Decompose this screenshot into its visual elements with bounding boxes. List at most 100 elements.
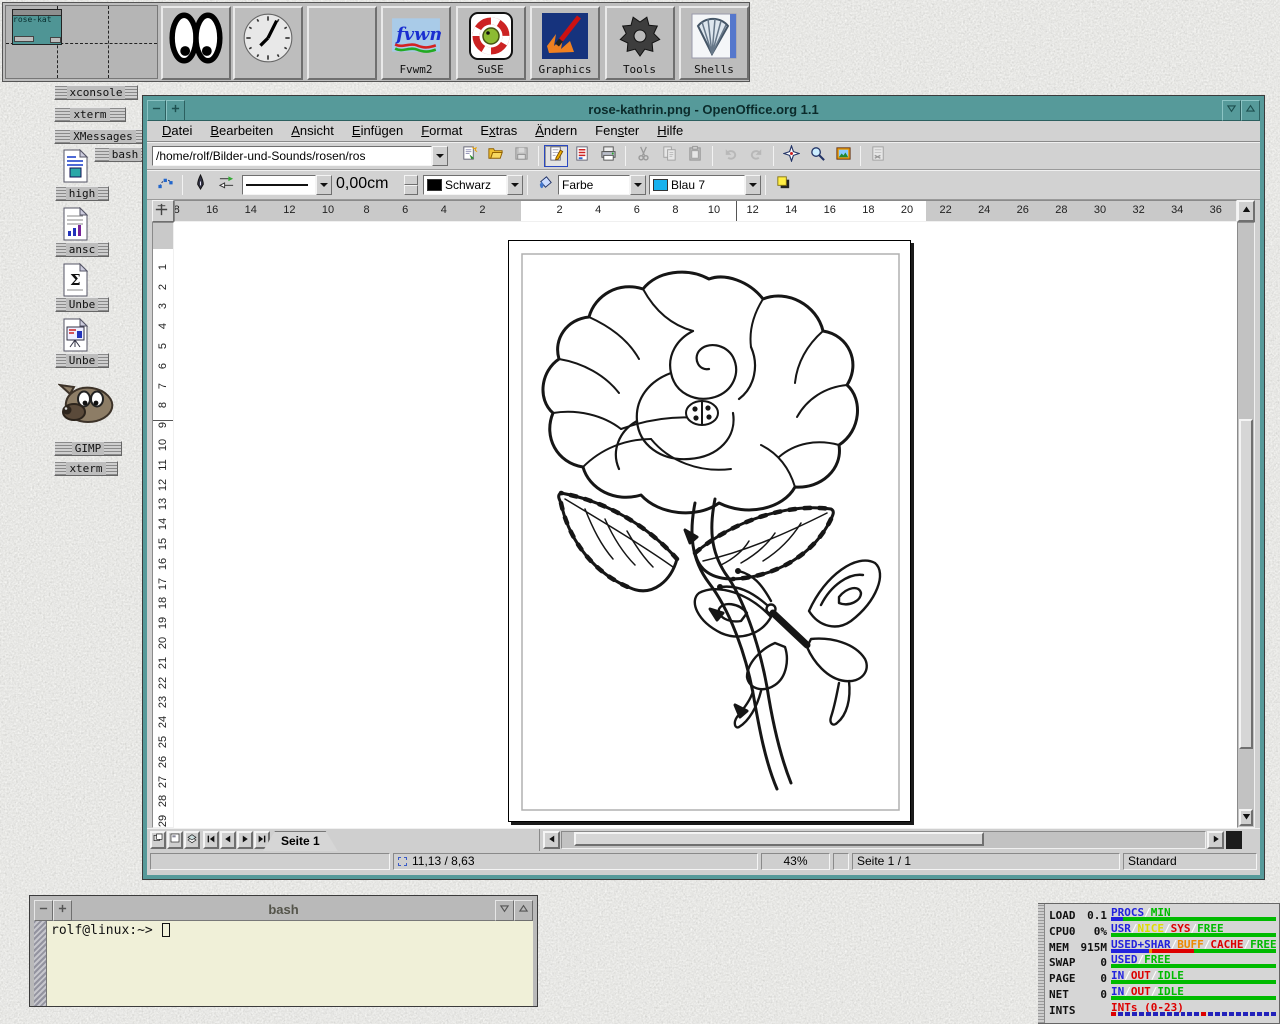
toolbar-edit-points[interactable] bbox=[153, 174, 177, 196]
horizontal-scrollbar[interactable] bbox=[561, 831, 1206, 849]
toolbar-open-button[interactable] bbox=[483, 145, 507, 167]
menu-hilfe[interactable]: Hilfe bbox=[648, 121, 692, 141]
line-width-value[interactable]: 0,00cm bbox=[336, 175, 404, 195]
toolbar-copy-button[interactable] bbox=[657, 145, 681, 167]
fill-color-dropdown-button[interactable] bbox=[745, 175, 761, 195]
horizontal-ruler[interactable]: 1816141210864224681012141618202224262830… bbox=[174, 200, 1237, 222]
drawing-canvas[interactable] bbox=[174, 222, 1237, 828]
toolbar-redo-button[interactable] bbox=[744, 145, 768, 167]
toolbar-print-button[interactable] bbox=[596, 145, 620, 167]
menu-bearbeiten[interactable]: Bearbeiten bbox=[201, 121, 282, 141]
toolbar-document-as-email-button[interactable] bbox=[570, 145, 594, 167]
url-combobox[interactable]: /home/rolf/Bilder-und-Sounds/rosen/ros bbox=[152, 146, 448, 166]
line-style-combobox[interactable] bbox=[242, 175, 332, 195]
xeyes-applet[interactable] bbox=[161, 6, 231, 80]
impress-document-icon[interactable] bbox=[62, 318, 89, 357]
desktop-icon-label-xterm[interactable]: xterm bbox=[54, 107, 126, 122]
launcher-fvwm2[interactable]: fvwmFvwm2 bbox=[381, 6, 451, 80]
master-mode-button[interactable] bbox=[167, 831, 183, 849]
first-page-button[interactable] bbox=[203, 831, 219, 849]
fill-color-combobox[interactable]: Blau 7 bbox=[649, 175, 761, 195]
menu-einfgen[interactable]: Einfügen bbox=[343, 121, 412, 141]
vertical-ruler[interactable]: 1234567891011121314151617181920212223242… bbox=[152, 222, 174, 828]
openoffice-window[interactable]: rose-kathrin.png - OpenOffice.org 1.1 Da… bbox=[143, 96, 1264, 879]
launcher-suse[interactable]: SuSE bbox=[456, 6, 526, 80]
launcher-graphics[interactable]: Graphics bbox=[530, 6, 600, 80]
window-iconify-button[interactable] bbox=[495, 900, 514, 921]
desktop-icon-label-xterm[interactable]: xterm bbox=[54, 461, 118, 476]
fvwm-pager[interactable]: rose-kat bbox=[5, 5, 158, 79]
window-stick-button[interactable] bbox=[166, 100, 185, 121]
calc-document-icon[interactable] bbox=[62, 207, 89, 246]
writer-document-icon[interactable] bbox=[62, 149, 89, 188]
desktop-icon-label-high[interactable]: high bbox=[55, 186, 109, 201]
toolbar-zoom-button[interactable] bbox=[805, 145, 829, 167]
desktop-icon-label-xconsole[interactable]: xconsole bbox=[54, 85, 138, 100]
next-page-button[interactable] bbox=[237, 831, 253, 849]
fill-style-value[interactable]: Farbe bbox=[558, 175, 630, 195]
resize-corner[interactable] bbox=[1226, 831, 1242, 849]
xosview-monitor[interactable]: LOAD0.1PROCS/MINCPU00%USR/NICE/SYS/FREEM… bbox=[1038, 903, 1280, 1024]
line-color-dropdown-button[interactable] bbox=[507, 175, 523, 195]
desktop-icon-label-unbe[interactable]: Unbe bbox=[55, 297, 109, 312]
clock-applet[interactable] bbox=[233, 6, 303, 80]
menu-extras[interactable]: Extras bbox=[471, 121, 526, 141]
desktop-icon-label-unbe[interactable]: Unbe bbox=[55, 353, 109, 368]
toolbar-area-dialog[interactable] bbox=[533, 174, 557, 196]
titlebar[interactable]: bash bbox=[34, 900, 533, 921]
terminal[interactable]: rolf@linux:~> bbox=[34, 921, 533, 1006]
fill-style-combobox[interactable]: Farbe bbox=[558, 175, 646, 195]
line-width-spinner[interactable]: 0,00cm bbox=[336, 175, 418, 195]
page-mode-button[interactable] bbox=[150, 831, 166, 849]
desktop-icon-label-xmessages[interactable]: XMessages bbox=[54, 129, 152, 144]
window-maximize-button[interactable] bbox=[514, 900, 533, 921]
toolbar-gallery-button[interactable] bbox=[831, 145, 855, 167]
terminal-scrollbar[interactable] bbox=[34, 921, 47, 1006]
fill-style-dropdown-button[interactable] bbox=[630, 175, 646, 195]
scroll-right-button[interactable] bbox=[1207, 831, 1224, 849]
desktop-icon-label-ansc[interactable]: ansc bbox=[55, 242, 109, 257]
prev-page-button[interactable] bbox=[220, 831, 236, 849]
menu-datei[interactable]: Datei bbox=[153, 121, 201, 141]
menu-format[interactable]: Format bbox=[412, 121, 471, 141]
menu-ansicht[interactable]: Ansicht bbox=[282, 121, 343, 141]
scroll-left-button[interactable] bbox=[543, 831, 560, 849]
vertical-scrollbar[interactable] bbox=[1237, 222, 1255, 828]
status-zoom-cell[interactable]: 43% bbox=[761, 853, 830, 870]
toolbar-shadow[interactable] bbox=[771, 174, 795, 196]
window-menu-button[interactable] bbox=[34, 900, 53, 921]
scrollbar-thumb[interactable] bbox=[574, 832, 984, 846]
toolbar-line-dialog[interactable] bbox=[188, 174, 212, 196]
toolbar-imagemap-button[interactable] bbox=[866, 145, 890, 167]
status-style-cell[interactable]: Standard bbox=[1123, 853, 1257, 870]
scrollbar-thumb[interactable] bbox=[1239, 419, 1253, 749]
ruler-origin-button[interactable] bbox=[152, 200, 174, 222]
toolbar-navigator-button[interactable] bbox=[779, 145, 803, 167]
launcher-shells[interactable]: Shells bbox=[679, 6, 749, 80]
scroll-up-button[interactable] bbox=[1237, 200, 1255, 222]
desktop-icon-label-gimp[interactable]: GIMP bbox=[54, 441, 122, 456]
scroll-down-button[interactable] bbox=[1239, 809, 1253, 826]
spin-down-button[interactable] bbox=[404, 185, 418, 195]
layer-mode-button[interactable] bbox=[184, 831, 200, 849]
url-field[interactable]: /home/rolf/Bilder-und-Sounds/rosen/ros bbox=[152, 146, 432, 166]
toolbar-save-button[interactable] bbox=[509, 145, 533, 167]
toolbar-arrow-style[interactable] bbox=[214, 174, 238, 196]
toolbar-undo-button[interactable] bbox=[718, 145, 742, 167]
toolbar-new-document-button[interactable] bbox=[457, 145, 481, 167]
toolbar-edit-file-button[interactable] bbox=[544, 145, 568, 167]
titlebar[interactable]: rose-kathrin.png - OpenOffice.org 1.1 bbox=[147, 100, 1260, 121]
url-dropdown-button[interactable] bbox=[432, 146, 448, 166]
window-menu-button[interactable] bbox=[147, 100, 166, 121]
document-page[interactable] bbox=[508, 240, 911, 822]
window-iconify-button[interactable] bbox=[1222, 100, 1241, 121]
toolbar-paste-button[interactable] bbox=[683, 145, 707, 167]
menu-fenster[interactable]: Fenster bbox=[586, 121, 648, 141]
empty-launcher-slot[interactable] bbox=[307, 6, 377, 80]
gimp-icon[interactable] bbox=[58, 378, 118, 433]
toolbar-cut-button[interactable] bbox=[631, 145, 655, 167]
spin-up-button[interactable] bbox=[404, 175, 418, 185]
window-maximize-button[interactable] bbox=[1241, 100, 1260, 121]
page-tab[interactable]: Seite 1 bbox=[263, 831, 338, 851]
window-stick-button[interactable] bbox=[53, 900, 72, 921]
